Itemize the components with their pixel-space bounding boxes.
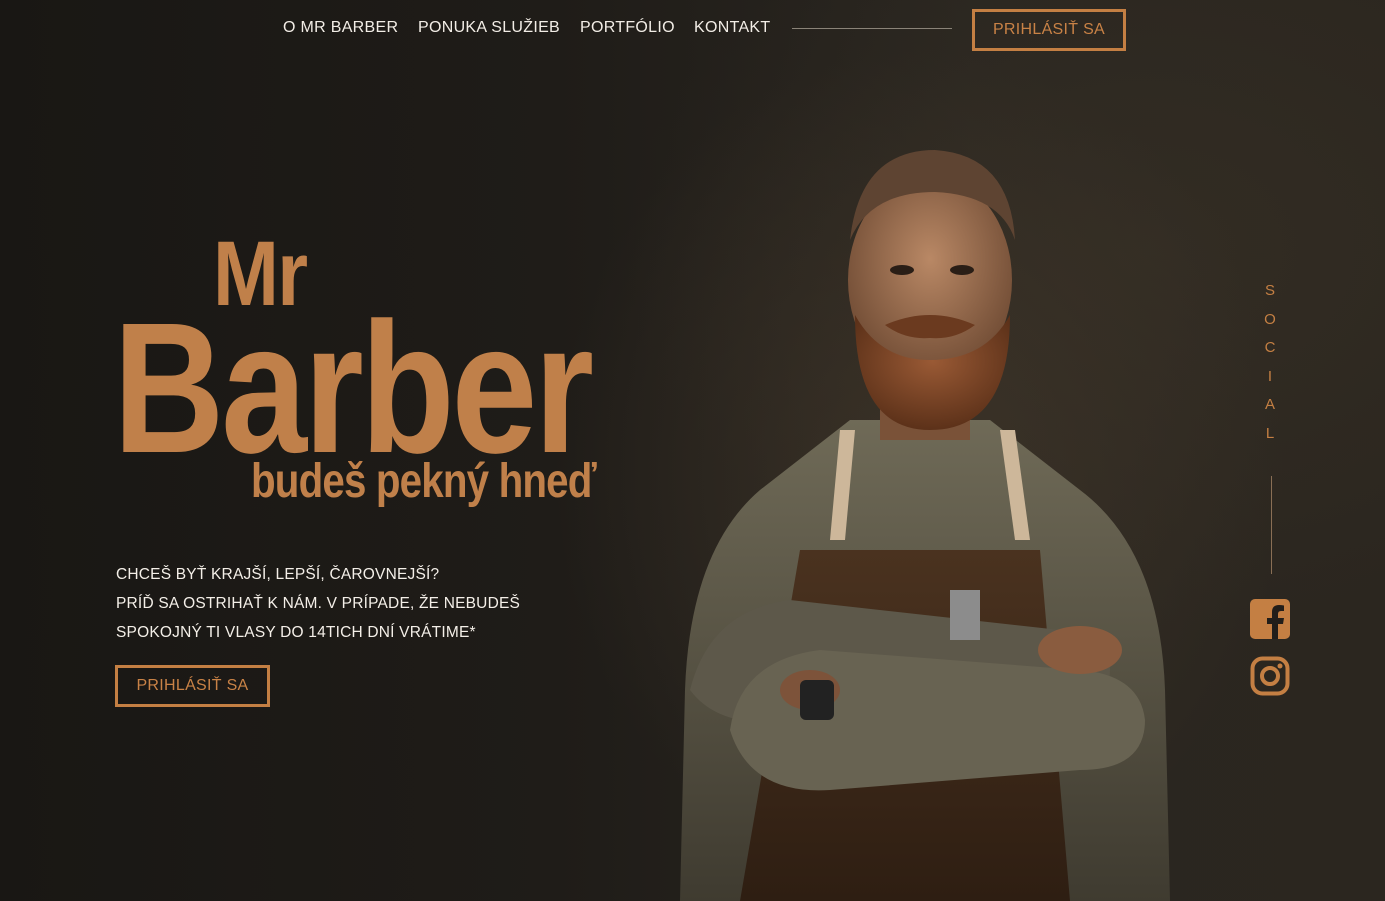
barber-portrait-image xyxy=(680,150,1170,901)
social-divider-line xyxy=(1271,476,1272,574)
social-label: S O C I A L xyxy=(1262,283,1278,454)
hero-subtitle: budeš pekný hneď xyxy=(251,455,597,508)
top-navigation: O MR BARBER PONUKA SLUŽIEB PORTFÓLIO KON… xyxy=(0,0,1385,60)
social-letter: S xyxy=(1264,282,1275,299)
instagram-icon[interactable] xyxy=(1250,656,1290,696)
social-letter: L xyxy=(1265,424,1275,442)
hero-description-line: PRÍĎ SA OSTRIHAŤ K NÁM. V PRÍPADE, ŽE NE… xyxy=(116,595,521,612)
nav-link-contact[interactable]: KONTAKT xyxy=(694,19,770,37)
social-letter: C xyxy=(1264,339,1276,356)
hero-description-line: CHCEŠ BYŤ KRAJŠÍ, LEPŠÍ, ČAROVNEJŠÍ? xyxy=(116,566,440,583)
social-letter: O xyxy=(1264,310,1276,328)
nav-link-portfolio[interactable]: PORTFÓLIO xyxy=(580,19,675,37)
hero-login-button[interactable]: PRIHLÁSIŤ SA xyxy=(115,665,270,707)
nav-link-services[interactable]: PONUKA SLUŽIEB xyxy=(418,19,560,37)
hero-description: CHCEŠ BYŤ KRAJŠÍ, LEPŠÍ, ČAROVNEJŠÍ? PRÍ… xyxy=(116,560,520,647)
nav-link-about[interactable]: O MR BARBER xyxy=(283,19,398,37)
facebook-icon[interactable] xyxy=(1250,599,1290,639)
social-letter: A xyxy=(1264,396,1275,413)
nav-login-button[interactable]: PRIHLÁSIŤ SA xyxy=(972,9,1126,51)
social-letter: I xyxy=(1267,367,1273,385)
hero-description-line: SPOKOJNÝ TI VLASY DO 14TICH DNÍ VRÁTIME* xyxy=(116,624,476,641)
nav-divider-line xyxy=(792,28,952,29)
